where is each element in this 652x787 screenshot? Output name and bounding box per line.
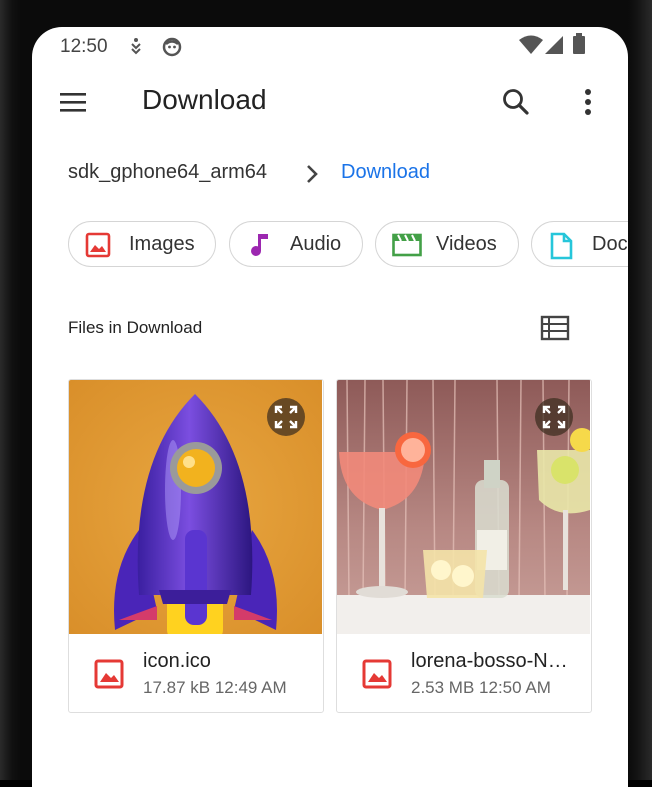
chip-documents[interactable]: Doc xyxy=(531,221,628,267)
chip-label: Videos xyxy=(436,233,497,255)
expand-icon[interactable] xyxy=(535,398,573,436)
image-icon xyxy=(93,658,125,690)
face-icon xyxy=(162,37,182,62)
wifi-icon xyxy=(518,35,544,60)
more-vert-icon[interactable] xyxy=(576,84,600,120)
status-time: 12:50 xyxy=(60,36,108,57)
chip-label: Audio xyxy=(290,233,342,255)
file-card[interactable]: lorena-bosso-N… 2.53 MB 12:50 AM xyxy=(336,379,592,713)
breadcrumb: sdk_gphone64_arm64 Download xyxy=(68,159,628,189)
device-frame: 12:50 Download sdk_gphone64_arm64 Downlo… xyxy=(0,0,652,787)
battery-icon xyxy=(572,33,586,60)
chip-label: Images xyxy=(129,233,195,255)
file-card[interactable]: icon.ico 17.87 kB 12:49 AM xyxy=(68,379,324,713)
chevron-right-icon xyxy=(304,163,320,190)
music-note-icon xyxy=(246,232,272,258)
page-title: Download xyxy=(142,84,267,115)
chip-images[interactable]: Images xyxy=(68,221,216,267)
device-bezel-right xyxy=(628,0,652,780)
device-bezel-left xyxy=(0,0,20,780)
movie-icon xyxy=(392,232,422,258)
app-bar: Download xyxy=(32,71,628,131)
signal-icon xyxy=(544,35,564,60)
file-meta: 2.53 MB 12:50 AM xyxy=(411,678,551,697)
search-icon[interactable] xyxy=(498,84,534,120)
document-icon xyxy=(548,232,574,260)
file-meta: 17.87 kB 12:49 AM xyxy=(143,678,287,697)
motion-icon xyxy=(128,37,144,60)
image-icon xyxy=(361,658,393,690)
breadcrumb-root[interactable]: sdk_gphone64_arm64 xyxy=(68,161,267,184)
chip-audio[interactable]: Audio xyxy=(229,221,363,267)
chip-videos[interactable]: Videos xyxy=(375,221,519,267)
expand-icon[interactable] xyxy=(267,398,305,436)
hamburger-menu-icon[interactable] xyxy=(56,85,90,119)
category-chips: Images Audio Videos Doc xyxy=(68,221,628,271)
chip-label: Doc xyxy=(592,233,628,255)
file-name: icon.ico xyxy=(143,650,211,672)
image-icon xyxy=(85,232,111,258)
status-bar: 12:50 xyxy=(32,27,628,67)
app-screen: 12:50 Download sdk_gphone64_arm64 Downlo… xyxy=(32,27,628,787)
list-view-icon[interactable] xyxy=(540,315,570,341)
breadcrumb-current[interactable]: Download xyxy=(341,161,430,184)
file-name: lorena-bosso-N… xyxy=(411,650,568,672)
section-title: Files in Download xyxy=(68,318,203,337)
